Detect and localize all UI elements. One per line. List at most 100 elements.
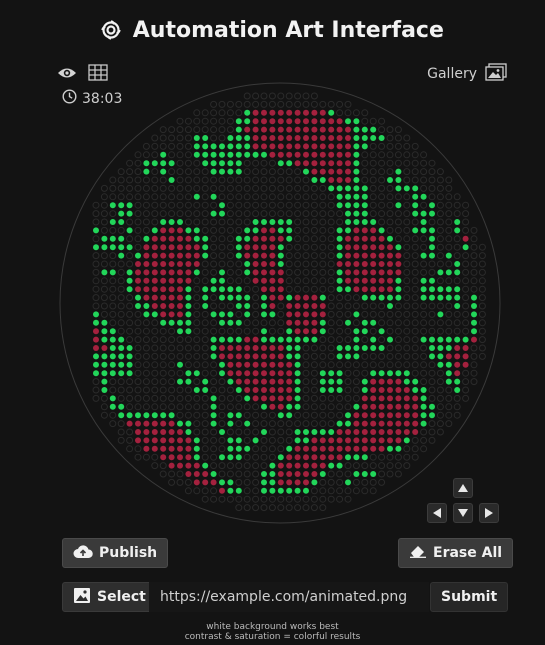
led-dot[interactable] <box>294 437 301 444</box>
led-dot[interactable] <box>268 176 276 184</box>
led-dot[interactable] <box>268 168 276 176</box>
led-dot[interactable] <box>126 202 133 209</box>
led-dot[interactable] <box>260 411 268 419</box>
led-dot[interactable] <box>100 403 108 411</box>
led-dot[interactable] <box>352 386 360 394</box>
led-dot[interactable] <box>336 462 343 469</box>
led-dot[interactable] <box>226 428 234 436</box>
led-dot[interactable] <box>227 445 234 452</box>
led-dot[interactable] <box>327 226 335 234</box>
led-dot[interactable] <box>185 429 192 435</box>
led-dot[interactable] <box>269 294 276 301</box>
led-dot[interactable] <box>118 210 125 217</box>
led-dot[interactable] <box>327 268 335 276</box>
led-dot[interactable] <box>109 420 117 428</box>
led-dot[interactable] <box>126 345 133 351</box>
led-dot[interactable] <box>143 311 150 318</box>
led-dot[interactable] <box>244 311 251 318</box>
led-dot[interactable] <box>387 378 393 385</box>
led-dot[interactable] <box>394 235 402 243</box>
led-dot[interactable] <box>386 352 394 360</box>
led-dot[interactable] <box>219 168 225 175</box>
led-dot[interactable] <box>319 319 326 326</box>
led-dot[interactable] <box>126 353 133 360</box>
led-dot[interactable] <box>462 226 470 234</box>
led-dot[interactable] <box>336 454 343 461</box>
led-dot[interactable] <box>117 420 125 428</box>
led-dot[interactable] <box>168 311 175 318</box>
led-dot[interactable] <box>310 504 318 512</box>
led-dot[interactable] <box>93 370 99 377</box>
led-dot[interactable] <box>369 168 377 176</box>
led-dot[interactable] <box>345 429 351 435</box>
led-dot[interactable] <box>135 420 141 427</box>
led-dot[interactable] <box>151 352 159 360</box>
led-dot[interactable] <box>269 303 276 309</box>
led-dot[interactable] <box>168 369 176 377</box>
led-dot[interactable] <box>403 462 411 470</box>
led-dot[interactable] <box>420 219 427 225</box>
led-dot[interactable] <box>327 319 335 327</box>
led-dot[interactable] <box>328 168 335 175</box>
led-dot[interactable] <box>168 386 176 394</box>
led-dot[interactable] <box>252 487 260 495</box>
led-dot[interactable] <box>445 226 453 234</box>
led-dot[interactable] <box>252 437 259 444</box>
led-dot[interactable] <box>268 411 276 419</box>
led-dot[interactable] <box>319 126 326 133</box>
led-dot[interactable] <box>445 252 452 259</box>
led-dot[interactable] <box>184 210 192 218</box>
led-dot[interactable] <box>286 303 293 309</box>
led-dot[interactable] <box>184 117 192 125</box>
led-dot[interactable] <box>210 495 218 503</box>
led-dot[interactable] <box>445 361 452 368</box>
led-dot[interactable] <box>303 303 309 309</box>
led-dot[interactable] <box>185 277 192 284</box>
led-dot[interactable] <box>420 428 428 436</box>
led-dot[interactable] <box>311 168 318 175</box>
led-dot[interactable] <box>151 311 158 318</box>
led-dot[interactable] <box>436 378 444 386</box>
led-dot[interactable] <box>160 429 167 435</box>
led-dot[interactable] <box>260 453 268 461</box>
led-dot[interactable] <box>311 135 318 141</box>
led-dot[interactable] <box>109 345 116 351</box>
led-dot[interactable] <box>277 261 284 267</box>
led-dot[interactable] <box>268 159 276 167</box>
led-dot[interactable] <box>471 319 477 326</box>
led-dot[interactable] <box>370 135 377 141</box>
led-dot[interactable] <box>403 260 411 268</box>
led-dot[interactable] <box>353 261 360 267</box>
led-dot[interactable] <box>462 336 469 343</box>
led-dot[interactable] <box>201 495 209 503</box>
led-dot[interactable] <box>142 344 150 352</box>
led-dot[interactable] <box>226 268 234 276</box>
led-dot[interactable] <box>118 252 125 259</box>
led-dot[interactable] <box>470 268 478 276</box>
led-dot[interactable] <box>386 218 394 226</box>
led-dot[interactable] <box>445 319 453 327</box>
led-dot[interactable] <box>118 219 125 225</box>
led-dot[interactable] <box>353 193 360 200</box>
led-dot[interactable] <box>294 135 301 141</box>
led-dot[interactable] <box>101 269 108 276</box>
led-dot[interactable] <box>319 387 326 393</box>
led-dot[interactable] <box>285 252 293 260</box>
led-dot[interactable] <box>244 420 251 427</box>
led-dot[interactable] <box>403 319 411 327</box>
led-dot[interactable] <box>118 361 125 368</box>
led-dot[interactable] <box>134 361 142 369</box>
led-dot[interactable] <box>429 235 435 242</box>
led-dot[interactable] <box>168 454 175 461</box>
led-dot[interactable] <box>361 227 368 234</box>
led-dot[interactable] <box>394 310 402 318</box>
led-dot[interactable] <box>269 462 276 469</box>
led-dot[interactable] <box>286 403 293 410</box>
led-dot[interactable] <box>345 185 351 192</box>
led-dot[interactable] <box>235 303 242 309</box>
led-dot[interactable] <box>142 453 150 461</box>
led-dot[interactable] <box>244 235 251 242</box>
led-dot[interactable] <box>168 478 176 486</box>
led-dot[interactable] <box>269 118 276 125</box>
led-dot[interactable] <box>219 429 225 435</box>
